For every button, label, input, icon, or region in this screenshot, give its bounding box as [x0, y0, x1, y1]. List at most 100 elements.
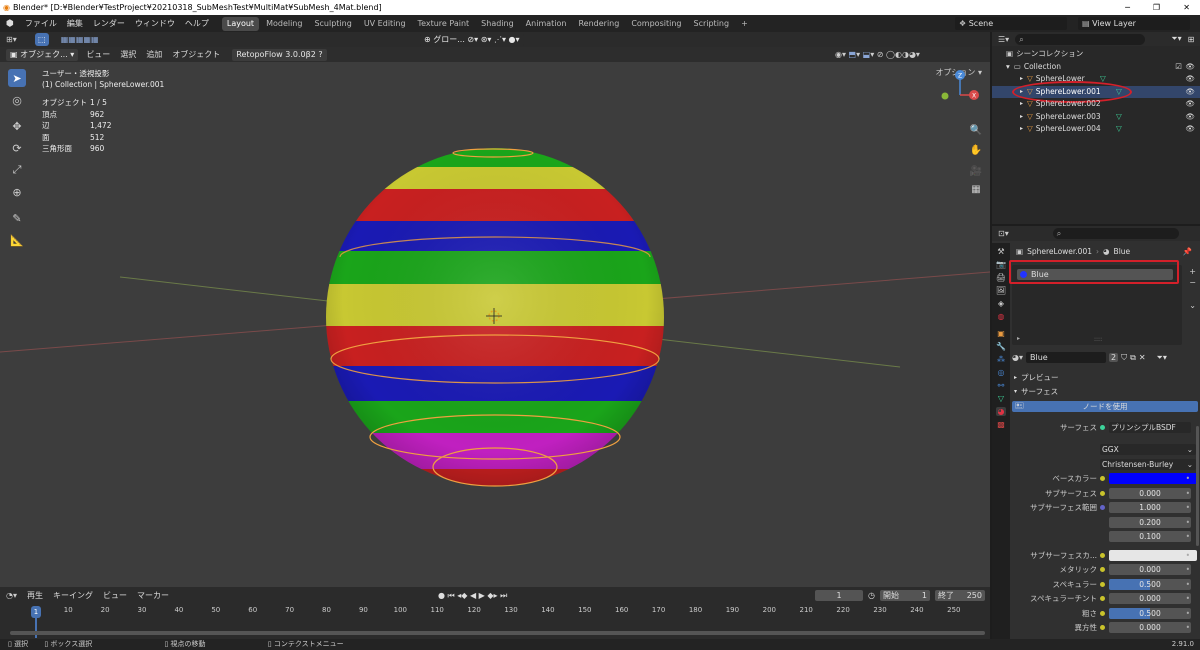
filter-icon[interactable]: ⏷▾ [1171, 34, 1181, 44]
view-menu[interactable]: ビュー [103, 590, 127, 601]
material-tab-icon[interactable]: ◕ [995, 407, 1007, 416]
texture-tab-icon[interactable]: ▩ [997, 420, 1005, 429]
select-mode-icons[interactable]: ▦▦▦▦▦ [61, 35, 99, 44]
tab-uv-editing[interactable]: UV Editing [359, 17, 411, 31]
color-swatch[interactable] [1109, 473, 1197, 485]
outliner-item-spherelower-004[interactable]: ▸ ▽ SphereLower.004 ▽ 👁 [992, 123, 1200, 136]
playback-controls[interactable]: ● ⏮ ◂◆ ◀ ▶ ◆▸ ⏭ [438, 591, 507, 601]
fake-user-icon[interactable]: ⛉ [1121, 353, 1127, 363]
tab-shading[interactable]: Shading [476, 17, 519, 31]
value-field[interactable]: 1.000 [1109, 502, 1191, 514]
close-button[interactable]: ✕ [1183, 0, 1190, 15]
remove-slot-button[interactable]: − [1189, 278, 1196, 287]
value-field[interactable]: 0.000 [1109, 593, 1191, 605]
modifier-tab-icon[interactable]: 🔧 [996, 342, 1006, 351]
tab-modeling[interactable]: Modeling [261, 17, 307, 31]
use-nodes-button[interactable]: 🖭 ノードを使用 [1012, 401, 1198, 412]
frame-ruler[interactable]: 1102030405060708090100110120130140150160… [0, 606, 990, 618]
navigation-gizmo[interactable]: Z X [941, 70, 980, 100]
subsurface-method-dropdown[interactable]: Christensen-Burley ⌄ [1100, 458, 1196, 470]
menu-help[interactable]: ヘルプ [180, 18, 214, 29]
eye-icon[interactable]: 👁 [1185, 111, 1195, 124]
expand-icon[interactable]: ▸ [1020, 111, 1023, 124]
editor-type-icon[interactable]: ⊞▾ [6, 35, 17, 44]
user-count[interactable]: 2 [1109, 353, 1119, 362]
properties-scrollbar[interactable] [1196, 426, 1199, 546]
end-frame-field[interactable]: 終了 250 [935, 590, 985, 601]
world-tab-icon[interactable]: ◍ [998, 312, 1005, 321]
outliner-search[interactable]: ⌕ [1015, 33, 1146, 45]
checkbox-icon[interactable]: ☑ [1175, 61, 1182, 74]
expand-icon[interactable]: ▸ [1020, 123, 1023, 136]
preview-panel[interactable]: ▸ プレビュー [1012, 370, 1198, 384]
value-field[interactable]: 0.000 [1109, 487, 1191, 499]
particles-tab-icon[interactable]: ⁂ [997, 355, 1005, 364]
eye-icon[interactable]: 👁 [1185, 86, 1195, 99]
tab-compositing[interactable]: Compositing [626, 17, 686, 31]
resize-grip-icon[interactable]: :::: [1094, 336, 1102, 343]
clock-icon[interactable]: ◷ [868, 591, 875, 600]
object-tab-icon[interactable]: ▣ [997, 329, 1005, 338]
expand-icon[interactable]: ▸ [1017, 335, 1020, 342]
tab-rendering[interactable]: Rendering [573, 17, 624, 31]
value-field[interactable]: 0.500 [1109, 578, 1191, 590]
view-layer-tab-icon[interactable]: 🖼 [996, 286, 1006, 295]
outliner-item-spherelower-003[interactable]: ▸ ▽ SphereLower.003 ▽ 👁 [992, 111, 1200, 124]
surface-shader-field[interactable]: プリンシプルBSDF [1109, 421, 1191, 433]
keyframe-icon[interactable]: • [1186, 551, 1190, 560]
add-slot-button[interactable]: + [1189, 267, 1196, 276]
menu-window[interactable]: ウィンドウ [130, 18, 180, 29]
tool-tab-icon[interactable]: ⚒ [997, 247, 1004, 256]
menu-render[interactable]: レンダー [88, 18, 130, 29]
scene-tab-icon[interactable]: ◈ [998, 299, 1004, 308]
scene-collection-row[interactable]: ▣ シーンコレクション [992, 48, 1200, 61]
material-name-field[interactable]: Blue [1026, 352, 1106, 363]
tab-sculpting[interactable]: Sculpting [309, 17, 356, 31]
new-collection-icon[interactable]: ⊞ [1188, 35, 1195, 44]
properties-editor-icon[interactable]: ⊡▾ [998, 229, 1009, 238]
keyframe-icon[interactable]: • [1186, 532, 1190, 541]
add-workspace-button[interactable]: + [736, 17, 753, 31]
value-field[interactable]: 0.100 [1109, 531, 1191, 543]
keyframe-icon[interactable]: • [1186, 565, 1190, 574]
tweak-tool-button[interactable]: ⬚ [34, 33, 49, 46]
filter-icon[interactable]: ⏷▾ [1157, 353, 1167, 363]
expand-icon[interactable]: ▾ [1006, 61, 1010, 74]
value-field[interactable]: 0.000 [1109, 622, 1191, 634]
tab-animation[interactable]: Animation [521, 17, 572, 31]
slot-specials-button[interactable]: ⌄ [1189, 301, 1196, 310]
timeline-scrollbar[interactable] [10, 631, 985, 635]
distribution-dropdown[interactable]: GGX ⌄ [1100, 444, 1196, 456]
sphere-object[interactable] [320, 147, 670, 489]
menu-file[interactable]: ファイル [20, 18, 62, 29]
keyframe-icon[interactable]: • [1186, 474, 1190, 483]
properties-search[interactable]: ⌕ [1052, 228, 1179, 239]
expand-icon[interactable]: ▸ [1020, 98, 1023, 111]
view-layer-selector[interactable]: ▤ View Layer [1078, 17, 1190, 30]
color-swatch[interactable] [1109, 549, 1197, 561]
maximize-button[interactable]: ❐ [1153, 0, 1160, 15]
keyframe-icon[interactable]: • [1186, 518, 1190, 527]
tab-layout[interactable]: Layout [221, 16, 260, 31]
browse-material-icon[interactable]: ◕▾ [1012, 353, 1023, 362]
menu-edit[interactable]: 編集 [62, 18, 88, 29]
marker-menu[interactable]: マーカー [137, 590, 169, 601]
keyframe-icon[interactable]: • [1186, 623, 1190, 632]
keying-menu[interactable]: キーイング [53, 590, 93, 601]
keyframe-icon[interactable]: • [1186, 609, 1190, 618]
material-slot-list[interactable]: Blue ▸ :::: [1009, 260, 1182, 345]
keyframe-icon[interactable]: • [1186, 503, 1190, 512]
current-frame-field[interactable]: 1 [815, 590, 863, 601]
eye-icon[interactable]: 👁 [1185, 61, 1195, 74]
3d-viewport[interactable]: ▣ オブジェク... ▾ ビュー 選択 追加 オブジェクト RetopoFlow… [0, 47, 990, 587]
clock-editor-icon[interactable]: ◔▾ [6, 591, 17, 600]
expand-icon[interactable]: ▸ [1020, 73, 1023, 86]
keyframe-icon[interactable]: • [1186, 489, 1190, 498]
eye-icon[interactable]: 👁 [1185, 123, 1195, 136]
eye-icon[interactable]: 👁 [1185, 98, 1195, 111]
minimize-button[interactable]: ─ [1125, 0, 1130, 15]
pin-icon[interactable]: 📌 [1183, 247, 1192, 256]
current-frame-indicator[interactable]: 1 [31, 606, 41, 618]
scene-selector[interactable]: ❖ Scene [955, 17, 1067, 30]
render-tab-icon[interactable]: 📷 [996, 260, 1006, 269]
